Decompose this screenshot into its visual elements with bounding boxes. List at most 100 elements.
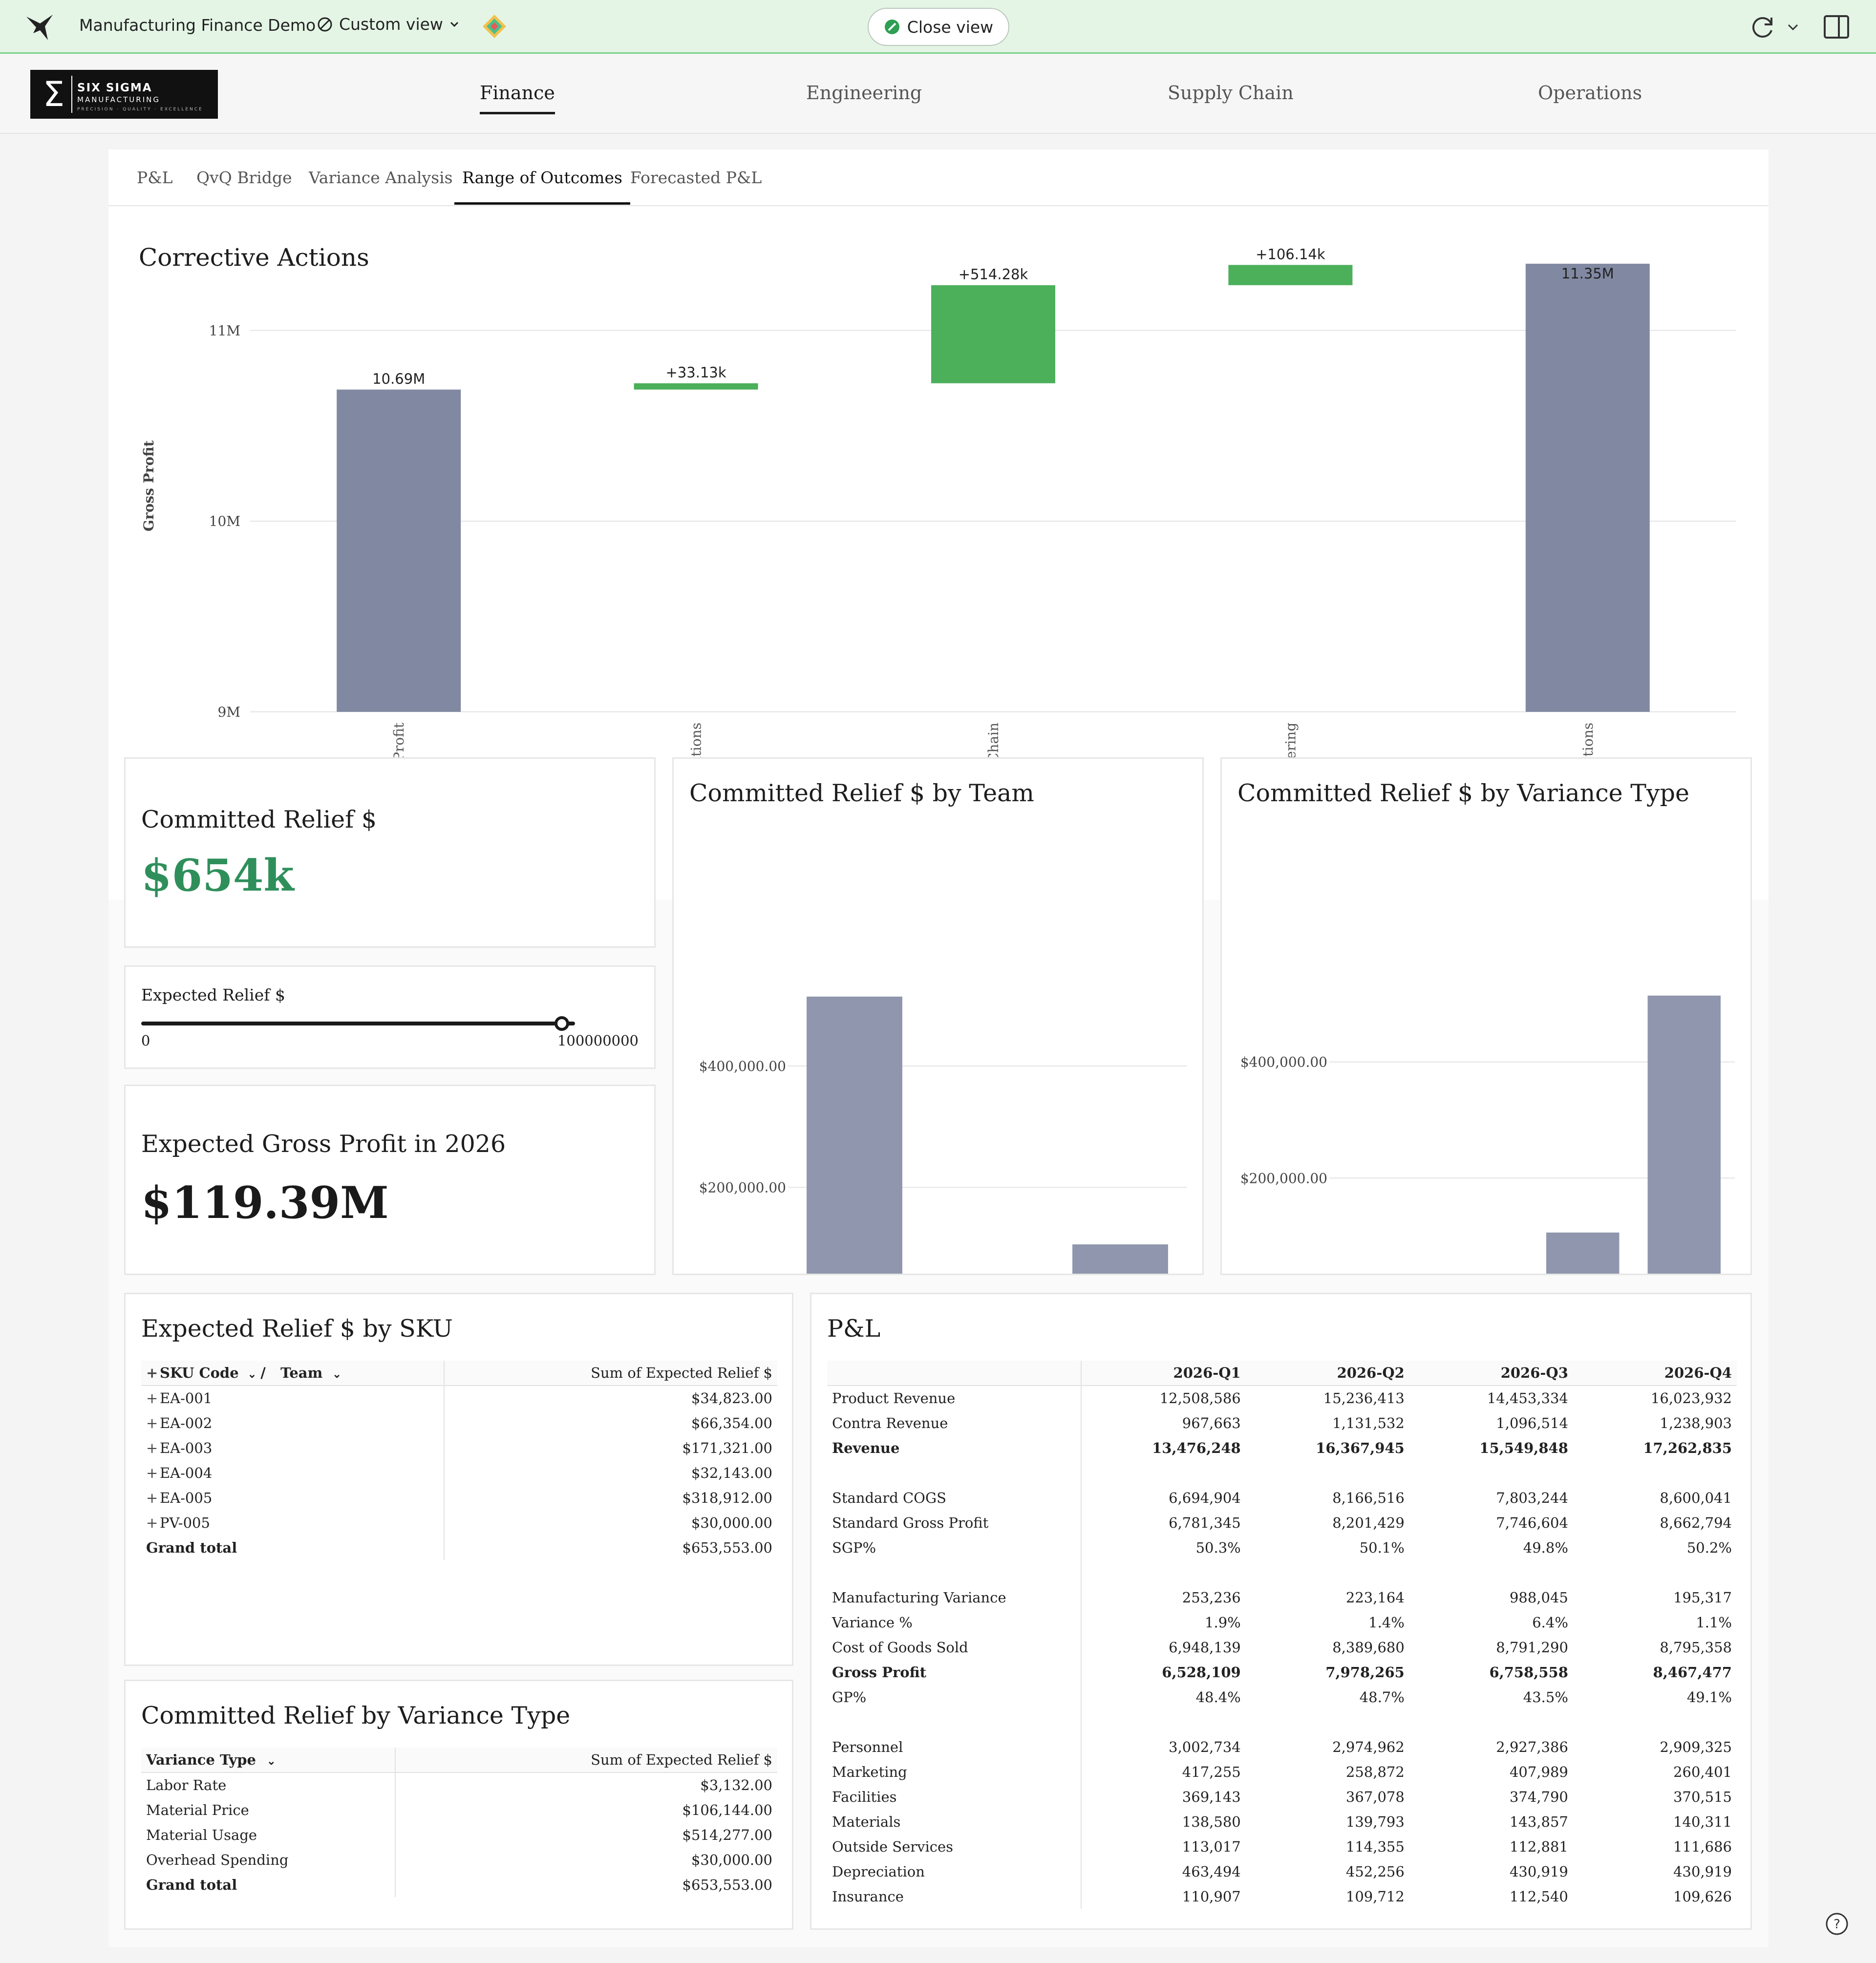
column-header[interactable]: + SKU Code ⌄ / Team ⌄ <box>141 1361 445 1386</box>
table-row[interactable]: + EA-002 $66,354.00 <box>141 1410 777 1435</box>
subtab-forecasted-pl[interactable]: Forecasted P&L <box>630 168 762 187</box>
bar[interactable] <box>807 996 902 1274</box>
nav-tab-operations[interactable]: Operations <box>1538 82 1642 104</box>
help-icon[interactable]: ? <box>1824 1911 1850 1937</box>
sku-value: $66,354.00 <box>691 1414 772 1431</box>
waterfall-bar[interactable] <box>634 383 758 390</box>
slider-thumb[interactable] <box>554 1016 570 1031</box>
side-panel-icon[interactable] <box>1823 15 1850 39</box>
table-row[interactable]: Material Price $106,144.00 <box>141 1797 777 1822</box>
table-row[interactable]: + PV-005 $30,000.00 <box>141 1510 777 1535</box>
value-column-header[interactable]: Sum of Expected Relief $ <box>444 1361 777 1386</box>
subtab-variance-analysis[interactable]: Variance Analysis <box>309 168 453 187</box>
column-header-q2[interactable]: 2026-Q2 <box>1246 1361 1409 1386</box>
table-row[interactable]: GP% 48.4% 48.7% 43.5% 49.1% <box>827 1685 1737 1709</box>
table-row[interactable]: Variance % 1.9% 1.4% 6.4% 1.1% <box>827 1610 1737 1635</box>
table-title: Expected Relief $ by SKU <box>141 1315 453 1343</box>
bar[interactable] <box>1072 1244 1168 1274</box>
table-row[interactable]: Material Usage $514,277.00 <box>141 1822 777 1847</box>
committed-relief-by-variance-card: Committed Relief $ by Variance Type $0.0… <box>1220 757 1752 1275</box>
waterfall-bar[interactable] <box>1228 265 1353 285</box>
app-logo-icon[interactable] <box>25 14 55 41</box>
expand-all-icon[interactable]: + <box>146 1365 160 1381</box>
bar[interactable] <box>1647 995 1721 1274</box>
close-view-button[interactable]: Close view <box>868 8 1009 46</box>
nav-tab-finance[interactable]: Finance <box>480 82 555 114</box>
slider-title: Expected Relief $ <box>141 985 285 1004</box>
expand-row-icon[interactable]: + <box>146 1490 160 1506</box>
table-title: Committed Relief by Variance Type <box>141 1702 571 1729</box>
table-row[interactable] <box>827 1560 1737 1585</box>
column-header[interactable]: Variance Type ⌄ <box>141 1748 396 1772</box>
cell-value: 1.4% <box>1368 1614 1405 1631</box>
table-row[interactable]: Cost of Goods Sold 6,948,139 8,389,680 8,79… <box>827 1635 1737 1660</box>
waterfall-bar[interactable] <box>1525 263 1650 712</box>
column-header-q3[interactable]: 2026-Q3 <box>1409 1361 1573 1386</box>
chevron-down-icon[interactable]: ⌄ <box>332 1368 341 1381</box>
cell-value: 14,453,334 <box>1487 1390 1568 1407</box>
table-row[interactable]: Manufacturing Variance 253,236 223,164 988,… <box>827 1585 1737 1610</box>
column-header-q4[interactable]: 2026-Q4 <box>1573 1361 1737 1386</box>
cell-value: 113,017 <box>1182 1838 1241 1855</box>
cell-value: 6,758,558 <box>1489 1664 1568 1681</box>
workbook-title[interactable]: Manufacturing Finance Demo <box>79 16 316 35</box>
column-header-q1[interactable]: 2026-Q1 <box>1081 1361 1246 1386</box>
expand-row-icon[interactable]: + <box>146 1390 160 1407</box>
value-column-header[interactable]: Sum of Expected Relief $ <box>395 1748 777 1772</box>
table-row[interactable]: + EA-001 $34,823.00 <box>141 1386 777 1410</box>
expand-row-icon[interactable]: + <box>146 1440 160 1456</box>
table-row[interactable]: Product Revenue 12,508,586 15,236,413 14,45… <box>827 1386 1737 1410</box>
table-row[interactable]: Personnel 3,002,734 2,974,962 2,927,386 2,90… <box>827 1734 1737 1759</box>
cell-value: 43.5% <box>1523 1688 1568 1706</box>
table-row[interactable] <box>827 1460 1737 1485</box>
table-row[interactable]: + EA-003 $171,321.00 <box>141 1435 777 1460</box>
table-row[interactable]: Gross Profit 6,528,109 7,978,265 6,758,558 8… <box>827 1660 1737 1685</box>
nav-tab-supply-chain[interactable]: Supply Chain <box>1168 82 1294 104</box>
table-row[interactable] <box>827 1709 1737 1734</box>
slider-min-label: 0 <box>141 1032 150 1049</box>
expand-row-icon[interactable]: + <box>146 1465 160 1481</box>
subtab-pl[interactable]: P&L <box>137 168 173 187</box>
waterfall-bar[interactable] <box>931 285 1055 384</box>
table-row[interactable]: Facilities 369,143 367,078 374,790 370,515 <box>827 1784 1737 1809</box>
table-row[interactable]: + EA-004 $32,143.00 <box>141 1460 777 1485</box>
cell-value <box>1081 1560 1246 1585</box>
table-row[interactable]: Revenue 13,476,248 16,367,945 15,549,848 17,… <box>827 1435 1737 1460</box>
waterfall-bar[interactable] <box>337 389 461 712</box>
bar[interactable] <box>1546 1232 1620 1274</box>
subtab-range-of-outcomes[interactable]: Range of Outcomes <box>454 168 630 205</box>
chevron-down-icon[interactable] <box>1786 21 1800 34</box>
subtab-qvq-bridge[interactable]: QvQ Bridge <box>196 168 292 187</box>
table-row[interactable]: + EA-005 $318,912.00 <box>141 1485 777 1510</box>
refresh-icon[interactable] <box>1749 14 1776 41</box>
plugin-diamond-icon[interactable] <box>482 14 507 39</box>
slider-track[interactable] <box>141 1022 575 1025</box>
table-row[interactable]: SGP% 50.3% 50.1% 49.8% 50.2% <box>827 1535 1737 1560</box>
custom-view-menu[interactable]: Custom view <box>317 15 460 34</box>
table-row[interactable]: Labor Rate $3,132.00 <box>141 1772 777 1797</box>
chevron-down-icon[interactable]: ⌄ <box>248 1368 256 1381</box>
table-row[interactable]: Depreciation 463,494 452,256 430,919 430,919 <box>827 1859 1737 1884</box>
table-row[interactable]: Materials 138,580 139,793 143,857 140,311 <box>827 1809 1737 1834</box>
variance-value: $3,132.00 <box>700 1777 772 1793</box>
nav-tab-engineering[interactable]: Engineering <box>806 82 922 104</box>
brand-tagline: PRECISION · QUALITY · EXCELLENCE <box>77 107 203 112</box>
table-row[interactable]: Standard Gross Profit 6,781,345 8,201,429 7… <box>827 1510 1737 1535</box>
cell-value: 6,528,109 <box>1162 1664 1241 1681</box>
table-row[interactable]: Standard COGS 6,694,904 8,166,516 7,803,244… <box>827 1485 1737 1510</box>
cell-value: 8,166,516 <box>1332 1489 1405 1506</box>
sku-code-header: SKU Code <box>160 1365 239 1381</box>
table-row[interactable]: Insurance 110,907 109,712 112,540 109,626 <box>827 1884 1737 1909</box>
row-label: Gross Profit <box>827 1660 1082 1685</box>
table-row[interactable]: Overhead Spending $30,000.00 <box>141 1847 777 1872</box>
table-row[interactable]: Marketing 417,255 258,872 407,989 260,401 <box>827 1759 1737 1784</box>
chevron-down-icon[interactable]: ⌄ <box>267 1755 276 1768</box>
table-row[interactable]: Contra Revenue 967,663 1,131,532 1,096,514 1… <box>827 1410 1737 1435</box>
sku-cell: + EA-001 <box>141 1386 445 1410</box>
y-tick-label: $200,000.00 <box>699 1179 786 1195</box>
expand-row-icon[interactable]: + <box>146 1515 160 1531</box>
cell-value: 7,978,265 <box>1325 1664 1405 1681</box>
expand-row-icon[interactable]: + <box>146 1415 160 1431</box>
y-axis-label: Gross Profit <box>141 440 157 531</box>
table-row[interactable]: Outside Services 113,017 114,355 112,881 111… <box>827 1834 1737 1859</box>
